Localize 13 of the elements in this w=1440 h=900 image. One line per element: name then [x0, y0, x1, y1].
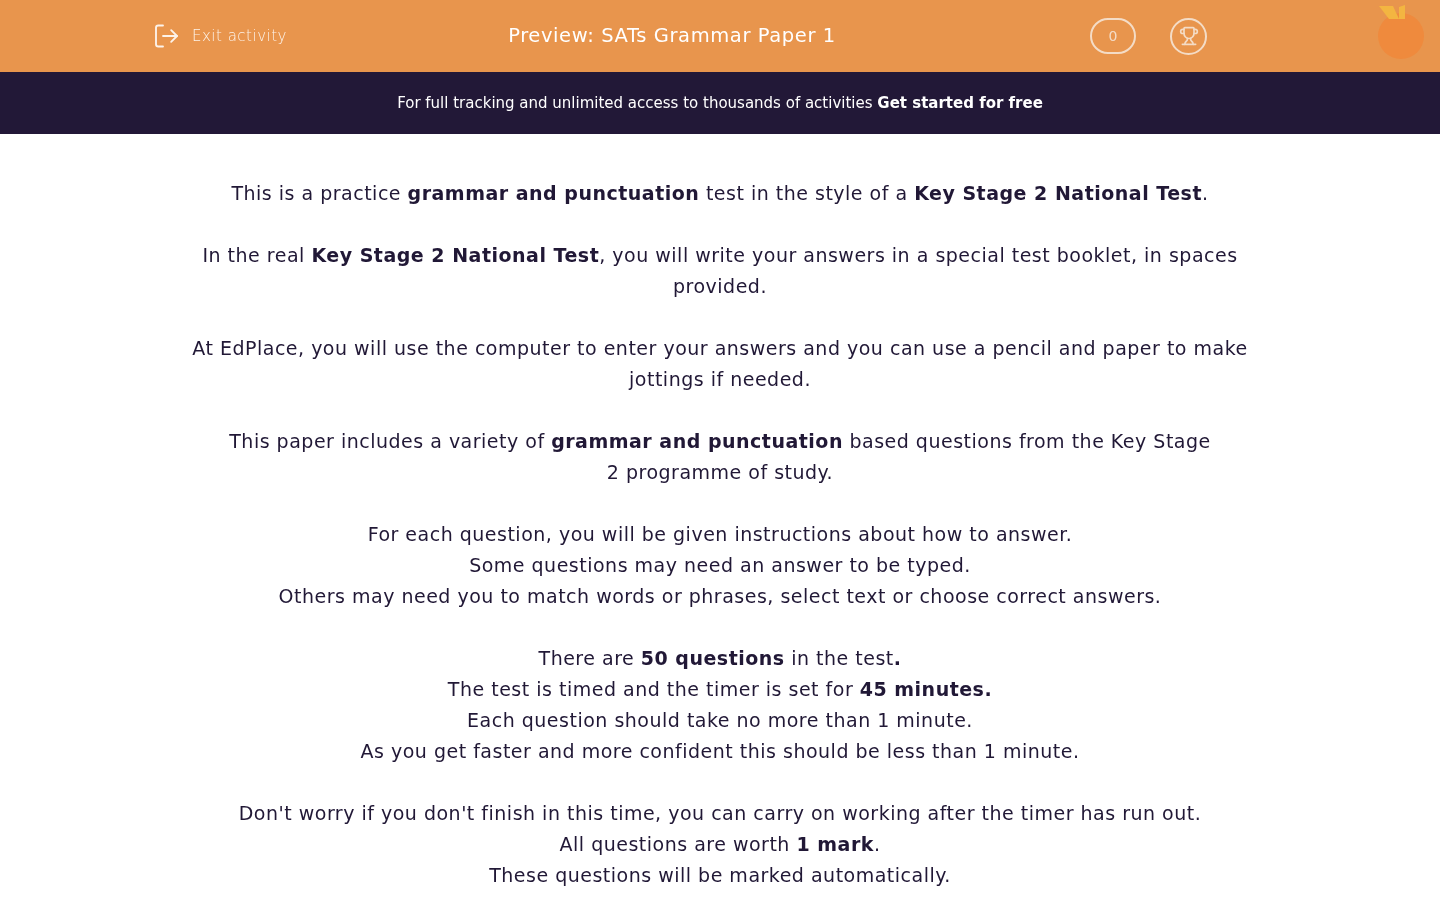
- get-started-link[interactable]: Get started for free: [877, 93, 1043, 112]
- page-title: Preview: SATs Grammar Paper 1: [508, 23, 836, 50]
- instruction-paragraph: At EdPlace, you will use the computer to enter your answers and you can use a pencil and paper to make jottings if needed.: [192, 336, 1248, 392]
- instruction-paragraph: There are 50 questions in the test. The test is timed and the timer is set for 45 minutes. Each question should take no more than 1 minute. As you get faster and more confident this should be less than 1 minute.: [360, 646, 1080, 764]
- trophy-icon[interactable]: [1170, 17, 1207, 55]
- score-counter: 0: [1090, 18, 1136, 54]
- instruction-paragraph: In the real Key Stage 2 National Test, you will write your answers in a special test booklet, in spaces provided.: [202, 243, 1238, 299]
- instruction-paragraph: This paper includes a variety of grammar and punctuation based questions from the Key Stage 2 programme of study.: [229, 429, 1211, 485]
- instruction-paragraph: For each question, you will be given instructions about how to answer. Some questions may need an answer to be typed. Others may need you to match words or phrases, select text or choose correct answers.: [278, 522, 1162, 609]
- banner-text: For full tracking and unlimited access to thousands of activities Get started for free: [397, 92, 1043, 114]
- instruction-paragraph: Don't worry if you don't finish in this time, you can carry on working after the timer has run out. All questions are worth 1 mark. These questions will be marked automatically.: [238, 801, 1202, 888]
- instruction-paragraph: This is a practice grammar and punctuation test in the style of a Key Stage 2 National Test.: [231, 181, 1209, 206]
- fruit-logo: [1377, 4, 1425, 60]
